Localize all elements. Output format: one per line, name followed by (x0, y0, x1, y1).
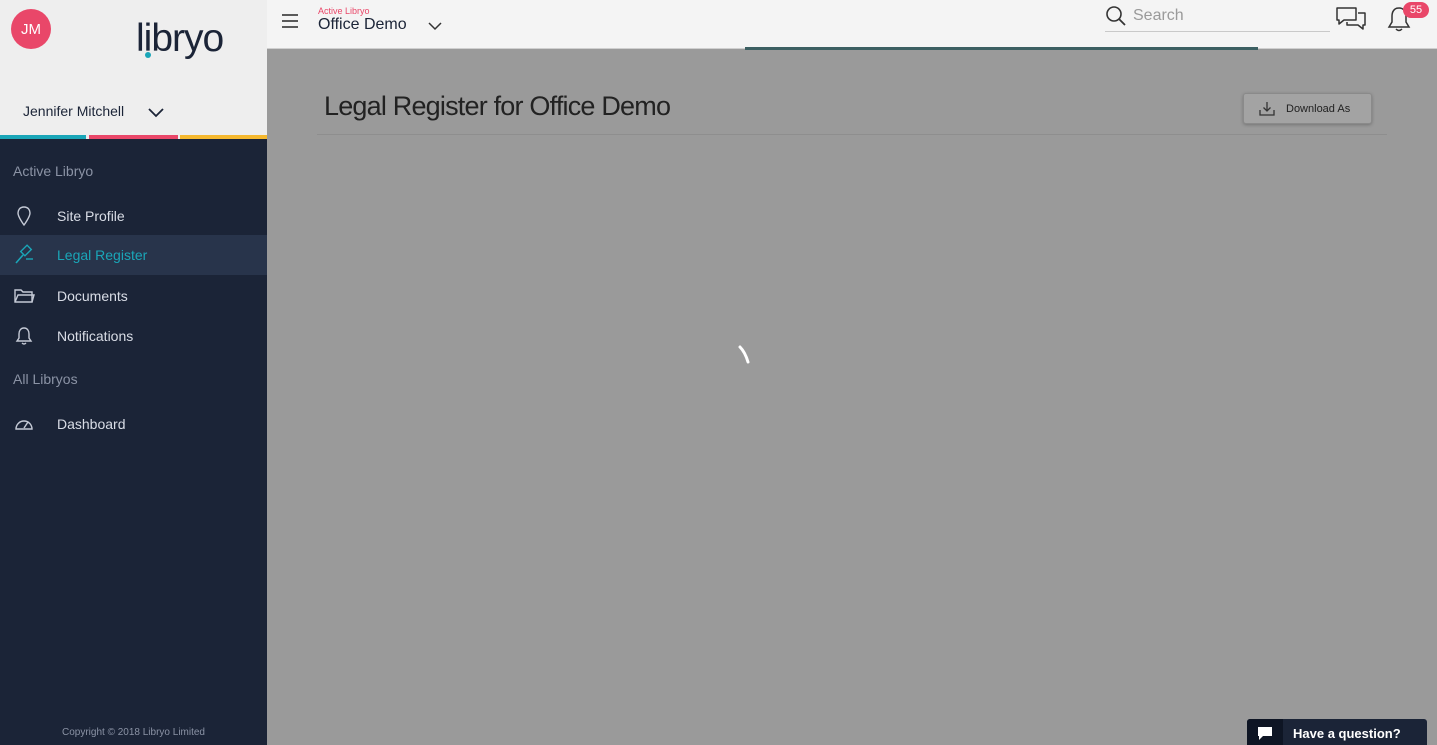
sidebar-heading-active: Active Libryo (13, 163, 94, 179)
sidebar: JM libryo Jennifer Mitchell Active Libry… (0, 0, 267, 745)
libryo-logo[interactable]: libryo (136, 16, 240, 62)
download-as-button[interactable]: Download As (1243, 93, 1372, 124)
bell-icon (15, 327, 33, 345)
help-chat-widget[interactable]: Have a question? (1247, 719, 1427, 745)
top-accent-bar (745, 47, 1258, 50)
hamburger-menu-icon[interactable] (281, 12, 299, 30)
brand-stripe (0, 135, 267, 139)
loading-spinner-icon (738, 345, 750, 364)
page-title: Legal Register for Office Demo (324, 91, 671, 121)
logo-dot (145, 52, 151, 58)
title-divider (317, 134, 1387, 135)
download-as-label: Download As (1286, 103, 1351, 115)
active-libryo-caption: Active Libryo (318, 6, 370, 16)
sidebar-item-legal-register[interactable]: Legal Register (0, 235, 267, 275)
sidebar-item-notifications[interactable]: Notifications (0, 316, 267, 356)
user-name[interactable]: Jennifer Mitchell (23, 103, 124, 119)
active-libryo-selector[interactable]: Office Demo (318, 16, 407, 34)
map-pin-icon (17, 206, 31, 227)
chat-bubbles-icon[interactable] (1334, 4, 1368, 32)
sidebar-item-label: Site Profile (57, 208, 125, 224)
chevron-down-icon[interactable] (146, 106, 166, 120)
search-input[interactable] (1133, 4, 1323, 28)
sidebar-item-dashboard[interactable]: Dashboard (0, 404, 267, 444)
top-bar: Active Libryo Office Demo 55 (267, 0, 1437, 50)
folder-icon (14, 289, 35, 303)
search-box (1105, 4, 1330, 32)
brand-stripe-segment (89, 135, 178, 139)
help-icon-box (1247, 719, 1283, 745)
avatar[interactable]: JM (11, 9, 51, 49)
sidebar-item-label: Notifications (57, 328, 134, 344)
brand-stripe-segment (0, 135, 86, 139)
notification-count-badge[interactable]: 55 (1403, 2, 1429, 18)
gavel-icon (15, 244, 33, 264)
brand-stripe-segment (180, 135, 267, 139)
sidebar-item-label: Documents (57, 288, 128, 304)
sidebar-heading-all: All Libryos (13, 371, 78, 387)
copyright: Copyright © 2018 Libryo Limited (62, 727, 205, 738)
speech-bubble-icon (1258, 727, 1272, 740)
sidebar-item-site-profile[interactable]: Site Profile (0, 196, 267, 236)
sidebar-item-label: Legal Register (57, 247, 148, 263)
sidebar-header: JM libryo Jennifer Mitchell (0, 0, 267, 139)
help-label: Have a question? (1293, 726, 1401, 741)
sidebar-item-documents[interactable]: Documents (0, 276, 267, 316)
dashboard-gauge-icon (15, 420, 33, 430)
chevron-down-icon[interactable] (427, 20, 443, 32)
search-icon[interactable] (1105, 5, 1127, 27)
sidebar-item-label: Dashboard (57, 416, 126, 432)
download-icon (1259, 102, 1275, 116)
